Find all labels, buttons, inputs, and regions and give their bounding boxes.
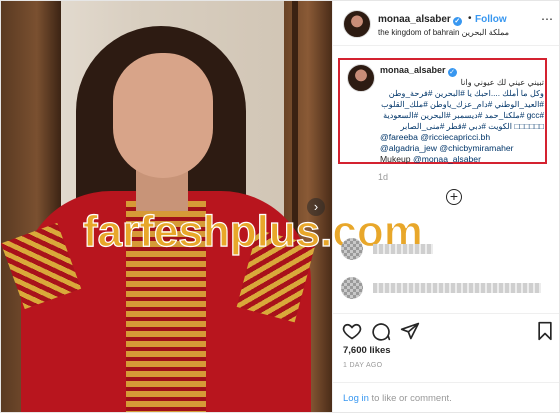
comment-icon[interactable] (371, 321, 391, 341)
avatar[interactable] (343, 10, 371, 38)
login-suffix: to like or comment. (368, 393, 452, 404)
comment-item-blurred (333, 238, 559, 260)
caption-line[interactable]: #العيد_الوطني #دام_عزك_ياوطن #ملك_القلوب (380, 99, 544, 110)
post-photo[interactable] (1, 1, 332, 412)
header-username[interactable]: monaa_alsaber ✓ (378, 14, 462, 26)
caption-line[interactable]: وكل ما أملك ....احبك يا #البحرين #فرحة_و… (380, 88, 544, 99)
location-link[interactable]: the kingdom of bahrain مملكة البحرين (378, 28, 509, 37)
photo-dress-trim (126, 201, 206, 412)
comment-item-blurred (333, 277, 559, 299)
caption-username[interactable]: monaa_alsaber (380, 65, 446, 75)
post-date: 1 DAY AGO (343, 362, 383, 369)
login-prompt: Log in to like or comment. (343, 393, 452, 404)
caption-mentions[interactable]: @fareeba @ricciecapricci.bh (380, 132, 544, 143)
more-options-icon[interactable]: ⋯ (541, 12, 554, 26)
header-separator: • (468, 13, 472, 24)
verified-badge-icon: ✓ (447, 68, 457, 77)
blurred-avatar (341, 277, 363, 299)
caption-avatar[interactable] (347, 64, 375, 92)
follow-button[interactable]: Follow (475, 14, 507, 25)
login-link[interactable]: Log in (343, 393, 369, 404)
caption-highlight-box: monaa_alsaber ✓ تبيني عيني لك عيوني وانا … (338, 58, 547, 164)
instagram-post: › farfeshplus.com monaa_alsaber ✓ • Follo… (0, 0, 560, 413)
makeup-label: Mukeup (380, 154, 411, 164)
share-icon[interactable] (400, 321, 420, 341)
verified-badge-icon: ✓ (452, 17, 462, 26)
photo-face (113, 53, 213, 178)
action-bar (333, 313, 559, 345)
blurred-text (373, 244, 433, 254)
likes-count[interactable]: 7,600 likes (343, 345, 391, 356)
post-caption: monaa_alsaber ✓ تبيني عيني لك عيوني وانا … (380, 65, 544, 165)
post-sidebar: monaa_alsaber ✓ • Follow the kingdom of b… (332, 1, 559, 412)
caption-line[interactable]: #gcc #ملكنا_حمد #ديسمبر #البحرين #السعود… (380, 110, 544, 121)
blurred-text (373, 283, 541, 293)
caption-time: 1d (378, 172, 389, 182)
bookmark-icon[interactable] (535, 321, 555, 341)
post-header: monaa_alsaber ✓ • Follow the kingdom of b… (333, 1, 559, 46)
caption-line: تبيني عيني لك عيوني وانا (460, 78, 544, 87)
caption-line[interactable]: □□□□□□ الكويت #دبي #قطر #منى_الصابر (380, 121, 544, 132)
carousel-next-button[interactable]: › (307, 198, 325, 216)
load-more-comments-icon[interactable]: + (446, 189, 462, 205)
blurred-avatar (341, 238, 363, 260)
heart-icon[interactable] (342, 321, 362, 341)
header-username-text[interactable]: monaa_alsaber (378, 14, 451, 25)
caption-mentions[interactable]: @algadria_jew @chicbymiramaher (380, 143, 544, 154)
makeup-handle[interactable]: @monaa_alsaber (413, 154, 481, 164)
login-bar: Log in to like or comment. (333, 382, 559, 412)
